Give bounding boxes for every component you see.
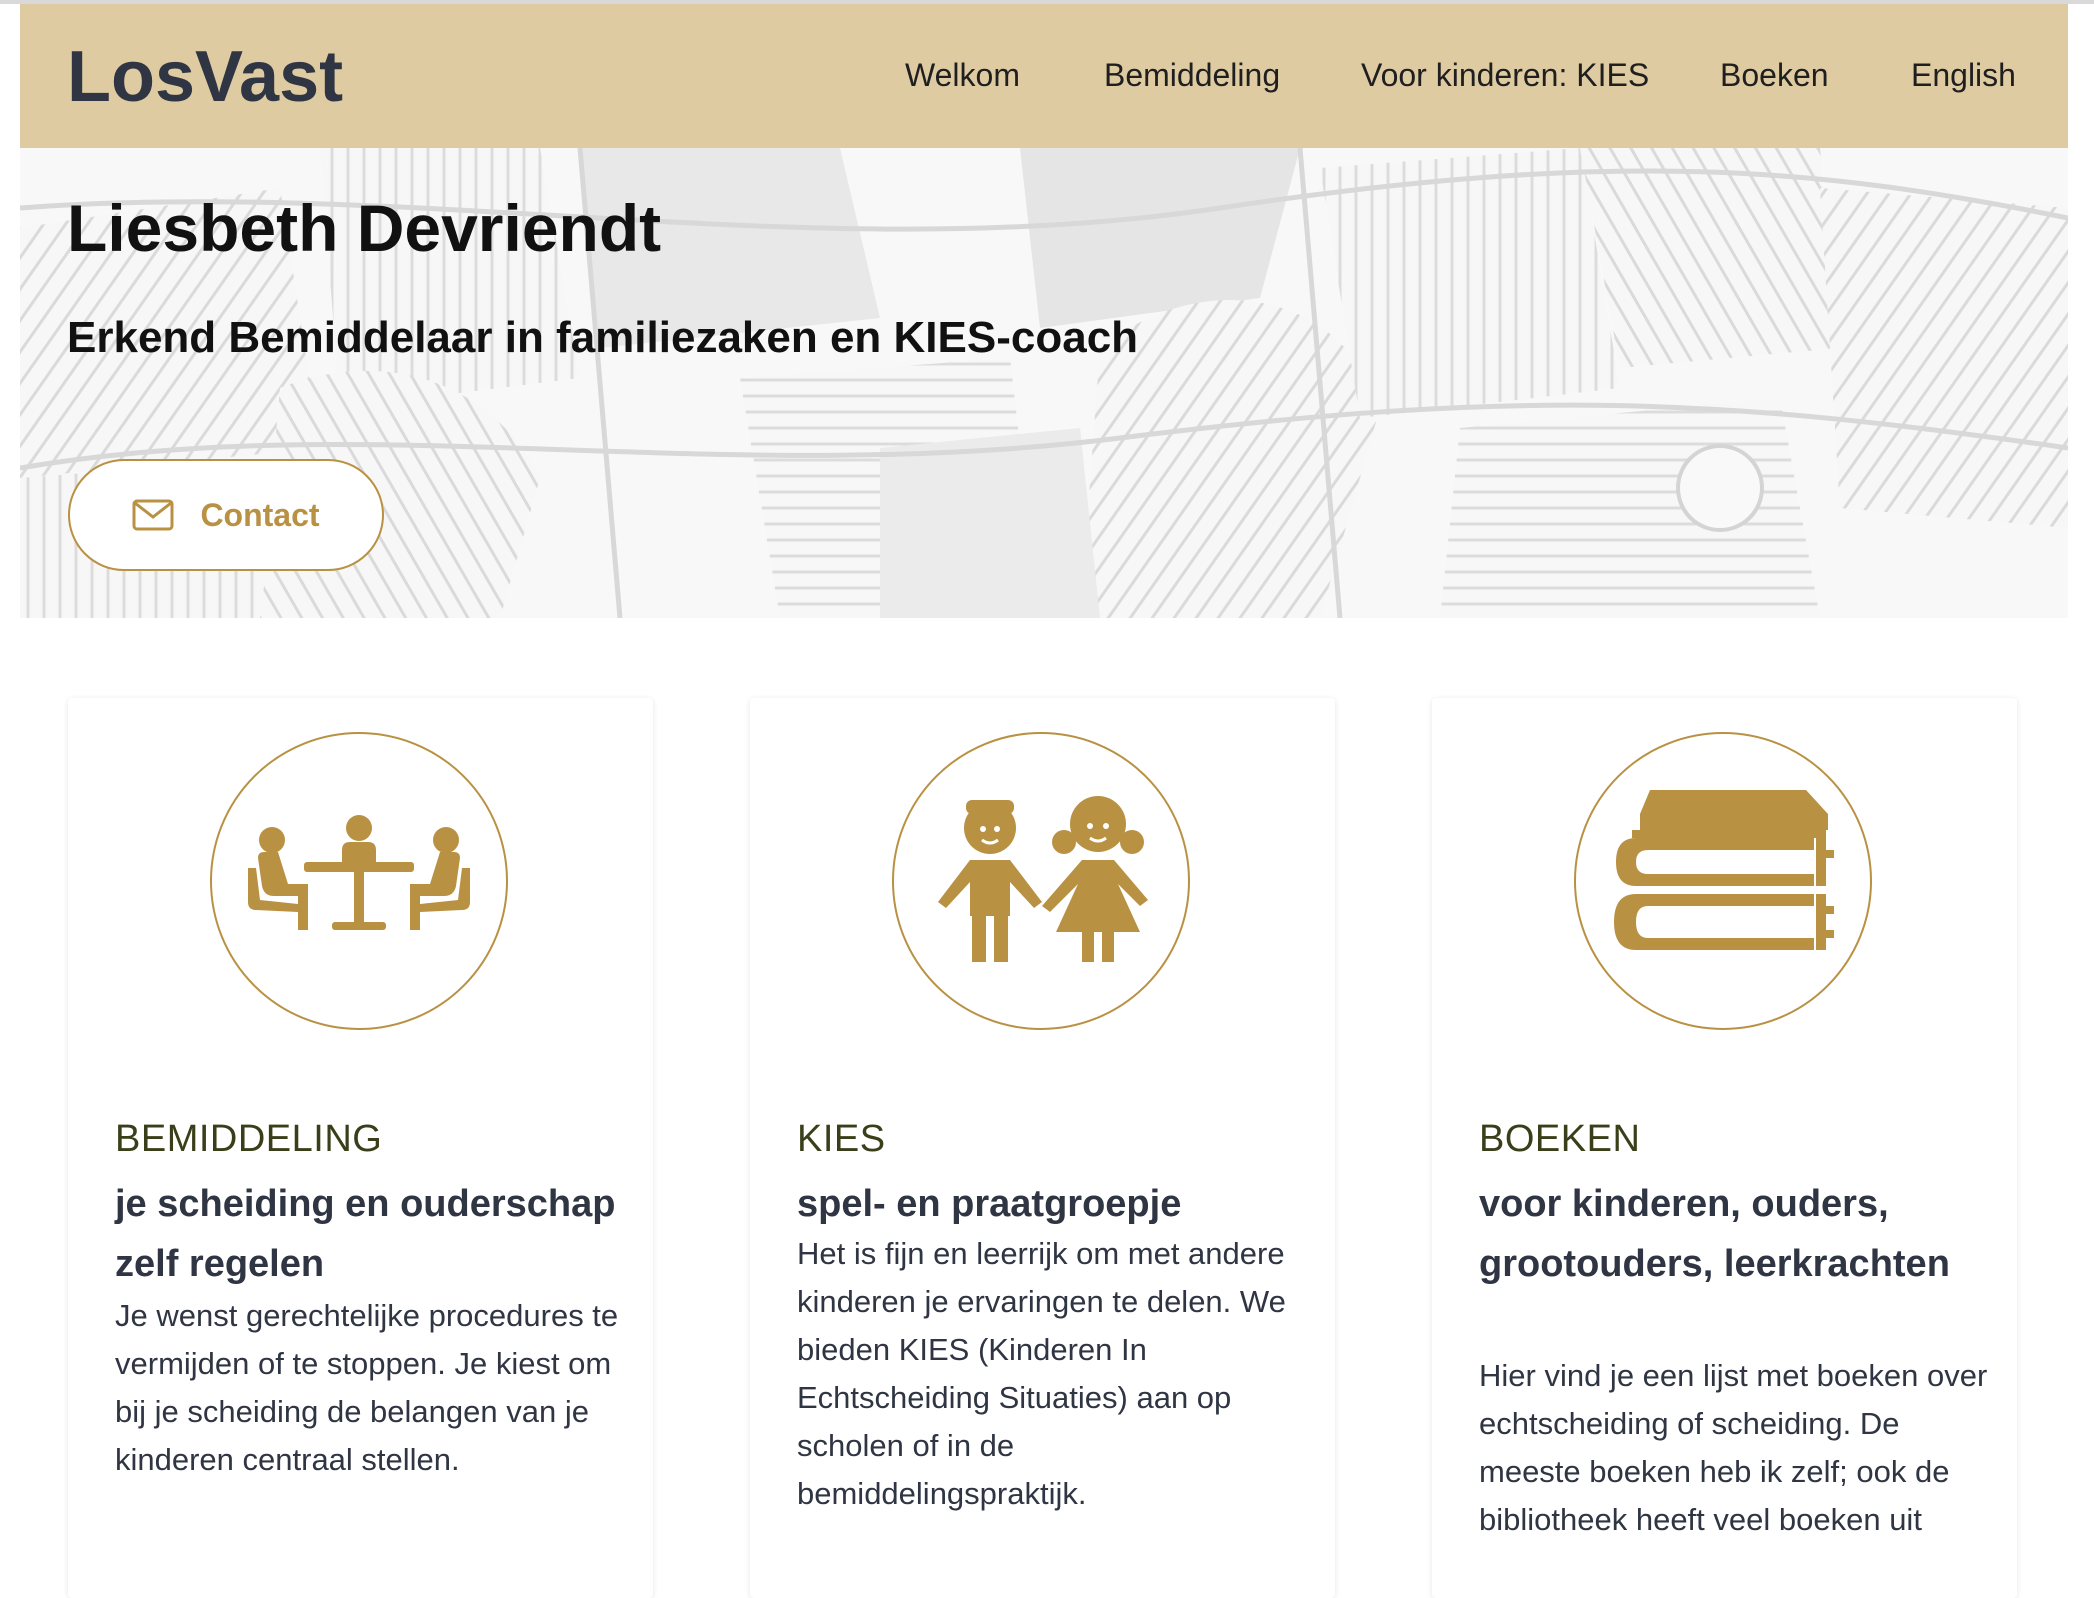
card-kies[interactable]: KIES spel- en praatgroepje Het is fijn e… xyxy=(750,698,1335,1598)
card-text: Hier vind je een lijst met boeken over e… xyxy=(1479,1358,1988,1537)
card-subheading: voor kinderen, ouders, grootouders, leer… xyxy=(1479,1183,1950,1285)
brand-logo[interactable]: LosVast xyxy=(67,36,343,118)
navbar: LosVast Welkom Bemiddeling Voor kinderen… xyxy=(20,4,2068,148)
hero-subtitle: Erkend Bemiddelaar in familiezaken en KI… xyxy=(67,313,1139,362)
card-subheading: spel- en praatgroepje xyxy=(797,1183,1182,1225)
contact-button[interactable]: Contact xyxy=(68,459,384,571)
mail-icon xyxy=(132,499,174,531)
icon-circle xyxy=(210,732,508,1030)
card-heading: BEMIDDELING xyxy=(115,1118,383,1160)
meeting-table-icon xyxy=(248,815,470,930)
nav-item-kies[interactable]: Voor kinderen: KIES xyxy=(1361,57,1649,94)
nav-item-welkom[interactable]: Welkom xyxy=(905,57,1020,94)
hero-banner: Liesbeth Devriendt Erkend Bemiddelaar in… xyxy=(20,148,2068,618)
contact-button-label: Contact xyxy=(200,496,320,533)
books-icon xyxy=(1614,790,1834,950)
hero-title: Liesbeth Devriendt xyxy=(67,191,662,265)
icon-circle xyxy=(892,732,1190,1030)
card-text: Het is fijn en leerrijk om met andere ki… xyxy=(797,1236,1286,1511)
card-heading: KIES xyxy=(797,1118,886,1160)
card-boeken[interactable]: BOEKEN voor kinderen, ouders, grootouder… xyxy=(1432,698,2017,1598)
card-bemiddeling[interactable]: BEMIDDELING je scheiding en ouderschap z… xyxy=(68,698,653,1598)
card-text: Je wenst gerechtelijke procedures te ver… xyxy=(115,1298,619,1477)
nav-item-boeken[interactable]: Boeken xyxy=(1720,57,1829,94)
icon-circle xyxy=(1574,732,1872,1030)
card-heading: BOEKEN xyxy=(1479,1118,1641,1160)
nav-item-english[interactable]: English xyxy=(1911,57,2016,94)
children-icon xyxy=(938,796,1148,962)
card-subheading: je scheiding en ouderschap zelf regelen xyxy=(115,1183,616,1285)
page: LosVast Welkom Bemiddeling Voor kinderen… xyxy=(20,4,2068,1598)
nav-item-bemiddeling[interactable]: Bemiddeling xyxy=(1104,57,1280,94)
